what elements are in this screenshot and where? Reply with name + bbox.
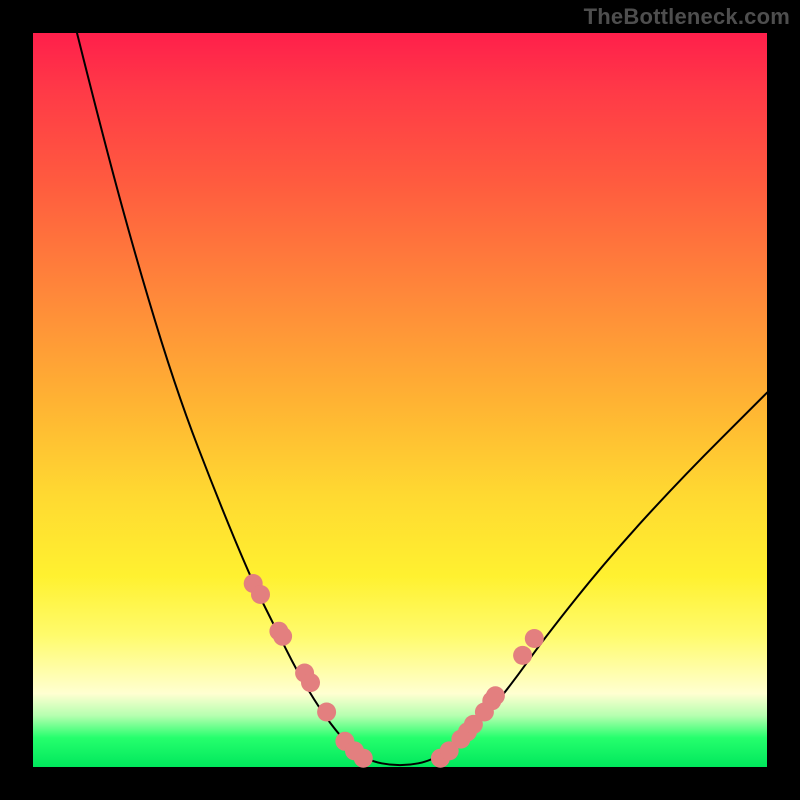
marker-dot <box>354 749 373 768</box>
bottleneck-curve <box>77 33 767 765</box>
marker-dot <box>513 646 532 665</box>
marker-dot <box>251 585 270 604</box>
plot-area <box>33 33 767 767</box>
marker-dot <box>301 673 320 692</box>
chart-svg <box>33 33 767 767</box>
marker-group <box>244 574 544 768</box>
marker-dot <box>486 686 505 705</box>
chart-page: TheBottleneck.com <box>0 0 800 800</box>
watermark-text: TheBottleneck.com <box>584 4 790 30</box>
marker-dot <box>525 629 544 648</box>
marker-dot <box>317 703 336 722</box>
marker-dot <box>273 627 292 646</box>
